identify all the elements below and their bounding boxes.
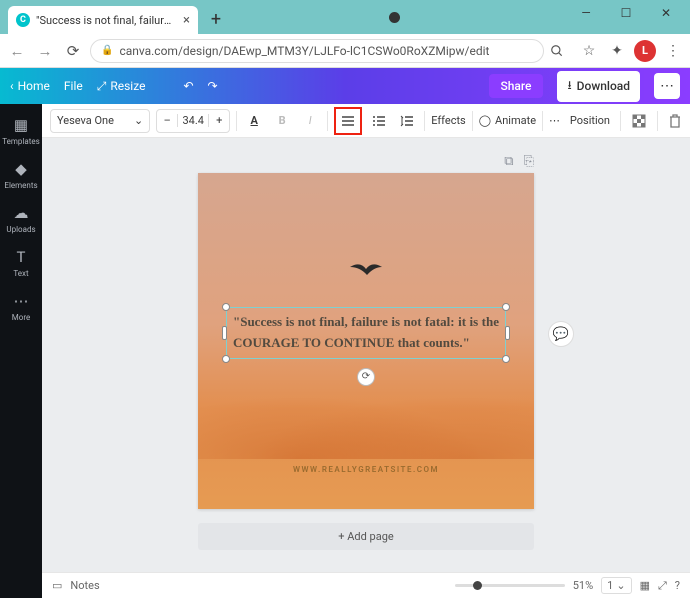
new-tab-button[interactable]: + (203, 6, 229, 32)
increase-size-button[interactable]: + (209, 114, 229, 127)
window-titlebar: C "Success is not final, failure is not…… (0, 0, 690, 34)
zoom-value[interactable]: 51% (573, 579, 593, 592)
decrease-size-button[interactable]: – (157, 114, 177, 127)
tab-title: "Success is not final, failure is not… (36, 14, 177, 27)
rotate-handle[interactable]: ⟳ (357, 368, 375, 386)
lock-icon: 🔒 (101, 45, 113, 56)
chevron-down-icon: ⌄ (134, 114, 143, 127)
bird-silhouette (348, 261, 384, 277)
address-field[interactable]: 🔒 canva.com/design/DAEwp_MTM3Y/LJLFo-lC1… (90, 39, 544, 63)
canvas-area[interactable]: ⧉ ⎘ "Success is not final, failure is no… (42, 138, 690, 572)
effects-button[interactable]: Effects (431, 114, 466, 127)
page-indicator[interactable]: 1 ⌄ (601, 577, 631, 594)
position-button[interactable]: Position (570, 114, 610, 127)
delete-button[interactable] (668, 113, 682, 129)
chevron-down-icon: ⌄ (616, 579, 625, 592)
sidebar-item-text[interactable]: TText (0, 242, 42, 284)
text-icon: T (17, 248, 26, 266)
transparency-button[interactable] (631, 113, 647, 129)
side-panel: ▦Templates ◆Elements ☁Uploads TText ⋯Mor… (0, 104, 42, 598)
close-window-button[interactable]: ✕ (646, 0, 686, 26)
more-icon: ⋯ (14, 292, 29, 310)
close-tab-icon[interactable]: × (183, 13, 190, 28)
redo-button[interactable]: ↷ (208, 79, 218, 93)
window-controls: — ☐ ✕ (566, 0, 686, 26)
reload-button[interactable]: ⟳ (62, 42, 84, 60)
animate-button[interactable]: ◯Animate (479, 114, 536, 127)
file-menu[interactable]: File (64, 79, 83, 93)
home-button[interactable]: ‹ Home (10, 79, 50, 93)
quote-text[interactable]: "Success is not final, failure is not fa… (233, 312, 499, 354)
uploads-icon: ☁ (14, 204, 29, 222)
help-icon[interactable]: ? (675, 579, 680, 592)
browser-tab[interactable]: C "Success is not final, failure is not…… (8, 6, 198, 34)
animate-icon: ◯ (479, 114, 491, 127)
app-top-bar: ‹ Home File ⤢ Resize ↶ ↷ Share ⭳ Downloa… (0, 68, 690, 104)
add-page-button[interactable]: + Add page (198, 523, 534, 550)
search-icon[interactable] (550, 44, 572, 58)
italic-button[interactable]: I (299, 110, 321, 132)
font-family-select[interactable]: Yeseva One ⌄ (50, 109, 150, 133)
resize-button[interactable]: ⤢ Resize (97, 79, 146, 94)
sidebar-item-templates[interactable]: ▦Templates (0, 110, 42, 152)
alignment-button[interactable] (337, 110, 359, 132)
page-tools: ⧉ ⎘ (198, 154, 534, 169)
quote-text-box[interactable]: "Success is not final, failure is not fa… (226, 307, 506, 359)
sidebar-item-more[interactable]: ⋯More (0, 286, 42, 328)
grid-view-icon[interactable]: ▦ (640, 579, 650, 592)
back-button[interactable]: ← (6, 42, 28, 60)
extensions-icon[interactable]: ✦ (606, 43, 628, 59)
alignment-highlight (334, 107, 362, 135)
minimize-button[interactable]: — (566, 0, 606, 26)
maximize-button[interactable]: ☐ (606, 0, 646, 26)
add-page-icon[interactable]: ⎘ (524, 154, 534, 169)
browser-address-bar: ← → ⟳ 🔒 canva.com/design/DAEwp_MTM3Y/LJL… (0, 34, 690, 68)
star-icon[interactable]: ☆ (578, 43, 600, 59)
bold-button[interactable]: B (271, 110, 293, 132)
sidebar-item-elements[interactable]: ◆Elements (0, 154, 42, 196)
notes-button[interactable]: Notes (70, 579, 99, 592)
undo-button[interactable]: ↶ (183, 79, 193, 93)
templates-icon: ▦ (14, 116, 28, 134)
download-button[interactable]: ⭳ Download (557, 71, 640, 102)
font-size-value[interactable]: 34.4 (177, 114, 209, 127)
record-indicator-icon (389, 12, 400, 23)
url-text: canva.com/design/DAEwp_MTM3Y/LJLFo-lC1CS… (119, 44, 489, 58)
font-size-control: – 34.4 + (156, 109, 230, 133)
comment-button[interactable]: 💬 (548, 321, 574, 347)
canva-favicon: C (16, 13, 30, 27)
more-menu-button[interactable]: ⋯ (654, 73, 680, 99)
spacing-button[interactable] (396, 110, 418, 132)
site-credit[interactable]: WWW.REALLYGREATSITE.COM (198, 465, 534, 474)
share-button[interactable]: Share (489, 74, 544, 98)
elements-icon: ◆ (15, 160, 27, 178)
design-page[interactable]: "Success is not final, failure is not fa… (198, 173, 534, 509)
browser-menu-icon[interactable]: ⋮ (662, 43, 684, 59)
notes-icon[interactable]: ▭ (52, 579, 62, 592)
download-icon: ⭳ (567, 76, 571, 97)
more-toolbar-button[interactable]: ⋯ (549, 114, 560, 127)
list-button[interactable] (368, 110, 390, 132)
text-color-button[interactable]: A (243, 110, 265, 132)
profile-avatar[interactable]: L (634, 40, 656, 62)
editor-toolbar: Yeseva One ⌄ – 34.4 + A B I (42, 104, 690, 138)
editor-footer: ▭ Notes 51% 1 ⌄ ▦ ⤢ ? (42, 572, 690, 598)
zoom-slider[interactable] (455, 584, 565, 587)
sidebar-item-uploads[interactable]: ☁Uploads (0, 198, 42, 240)
forward-button[interactable]: → (34, 42, 56, 60)
duplicate-page-icon[interactable]: ⧉ (504, 154, 513, 169)
cloud-decoration (198, 379, 534, 459)
fullscreen-icon[interactable]: ⤢ (658, 579, 667, 593)
